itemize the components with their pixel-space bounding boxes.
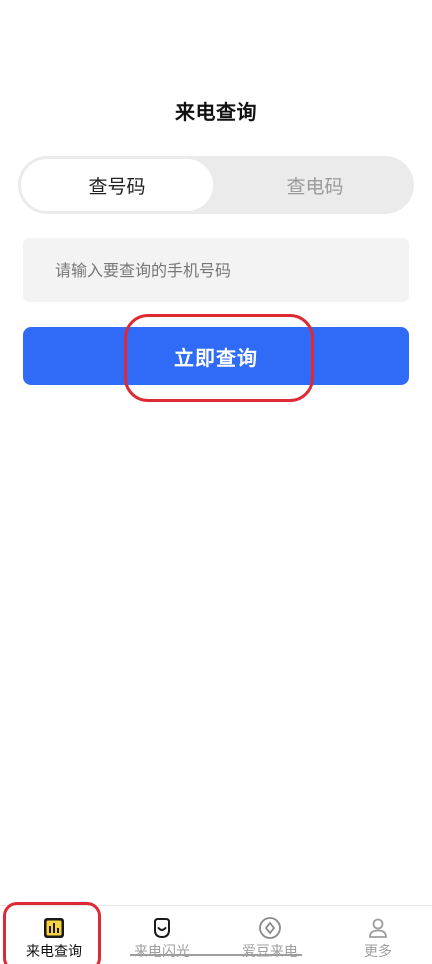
page-title: 来电查询 (175, 100, 257, 124)
nav-label: 爱豆来电 (242, 944, 298, 960)
user-icon (366, 916, 390, 940)
query-button[interactable]: 立即查询 (23, 327, 409, 385)
segmented-control: 查号码 查电码 (18, 156, 414, 214)
nav-label: 更多 (364, 944, 392, 960)
page-root: 来电查询 查号码 查电码 立即查询 来电查询 (0, 0, 432, 964)
tab-telegraph-code[interactable]: 查电码 (219, 159, 411, 211)
smile-icon (150, 916, 174, 940)
nav-item-more[interactable]: 更多 (324, 906, 432, 964)
nav-label: 来电查询 (26, 944, 82, 960)
phone-number-input[interactable] (23, 238, 409, 302)
bar-chart-icon (42, 916, 66, 940)
nav-item-caller-query[interactable]: 来电查询 (0, 906, 108, 964)
underline-divider (130, 954, 302, 956)
nav-label: 来电闪光 (134, 944, 190, 960)
tab-phone-number[interactable]: 查号码 (21, 159, 213, 211)
diamond-circle-icon (258, 916, 282, 940)
